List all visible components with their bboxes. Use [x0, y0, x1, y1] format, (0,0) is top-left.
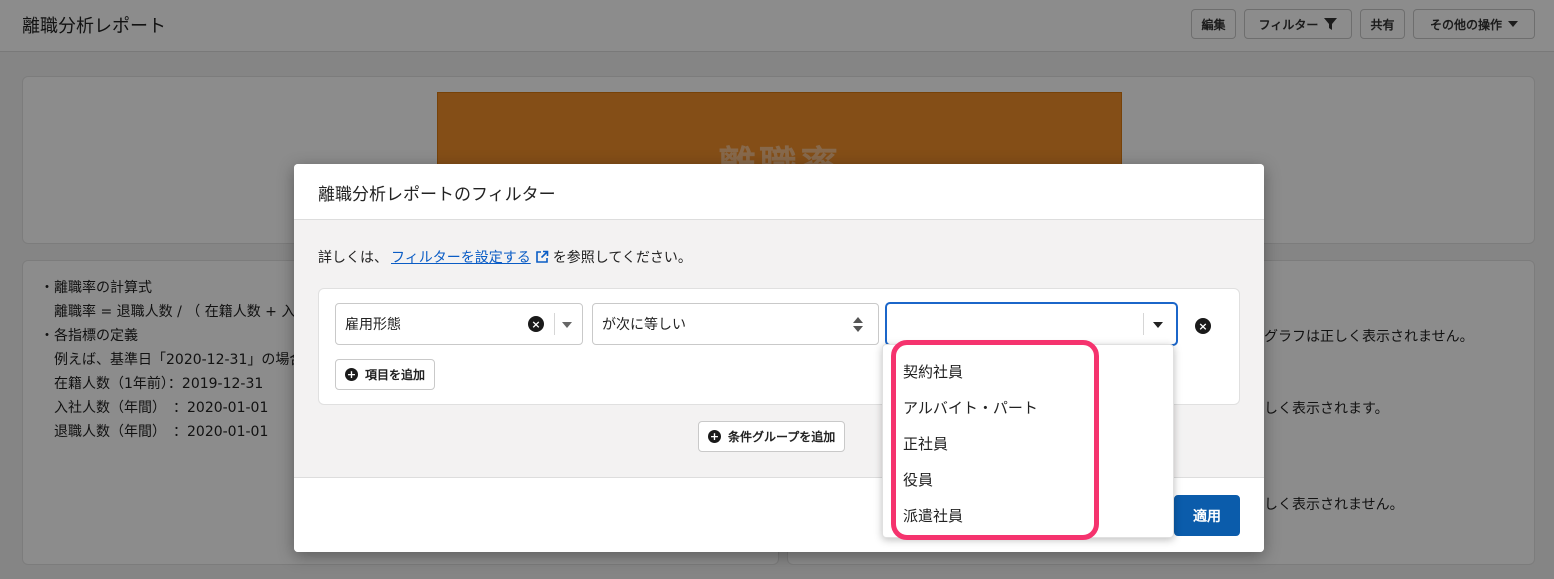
- clear-circle-icon[interactable]: ×: [528, 316, 544, 332]
- operator-select-value: が次に等しい: [602, 317, 686, 333]
- value-divider: [1143, 313, 1144, 335]
- external-link-icon[interactable]: [535, 250, 549, 264]
- modal-header: 離職分析レポートのフィルター: [294, 164, 1264, 220]
- help-prefix: 詳しくは、: [318, 250, 388, 266]
- add-item-button[interactable]: + 項目を追加: [335, 359, 436, 390]
- add-group-label: 条件グループを追加: [728, 430, 836, 444]
- field-select[interactable]: 雇用形態 ×: [335, 303, 583, 345]
- help-suffix: を参照してください。: [552, 250, 692, 266]
- modal-title: 離職分析レポートのフィルター: [318, 185, 556, 205]
- chevron-down-icon[interactable]: [1153, 322, 1163, 328]
- field-divider: [554, 313, 555, 335]
- filter-help-link[interactable]: フィルターを設定する: [391, 247, 531, 267]
- plus-circle-icon: +: [345, 368, 358, 381]
- remove-circle-icon[interactable]: ×: [1195, 318, 1211, 334]
- sort-arrows-icon: [853, 317, 863, 333]
- help-text: 詳しくは、 フィルターを設定する を参照してください。: [318, 247, 692, 267]
- highlight-box: [891, 340, 1099, 540]
- chevron-down-icon[interactable]: [562, 322, 572, 328]
- plus-circle-icon: +: [708, 430, 721, 443]
- apply-button[interactable]: 適用: [1174, 495, 1240, 536]
- operator-select[interactable]: が次に等しい: [592, 303, 879, 345]
- field-select-value: 雇用形態: [345, 317, 401, 333]
- add-item-label: 項目を追加: [365, 368, 426, 382]
- value-combobox[interactable]: [886, 303, 1177, 345]
- add-group-button[interactable]: + 条件グループを追加: [698, 421, 846, 452]
